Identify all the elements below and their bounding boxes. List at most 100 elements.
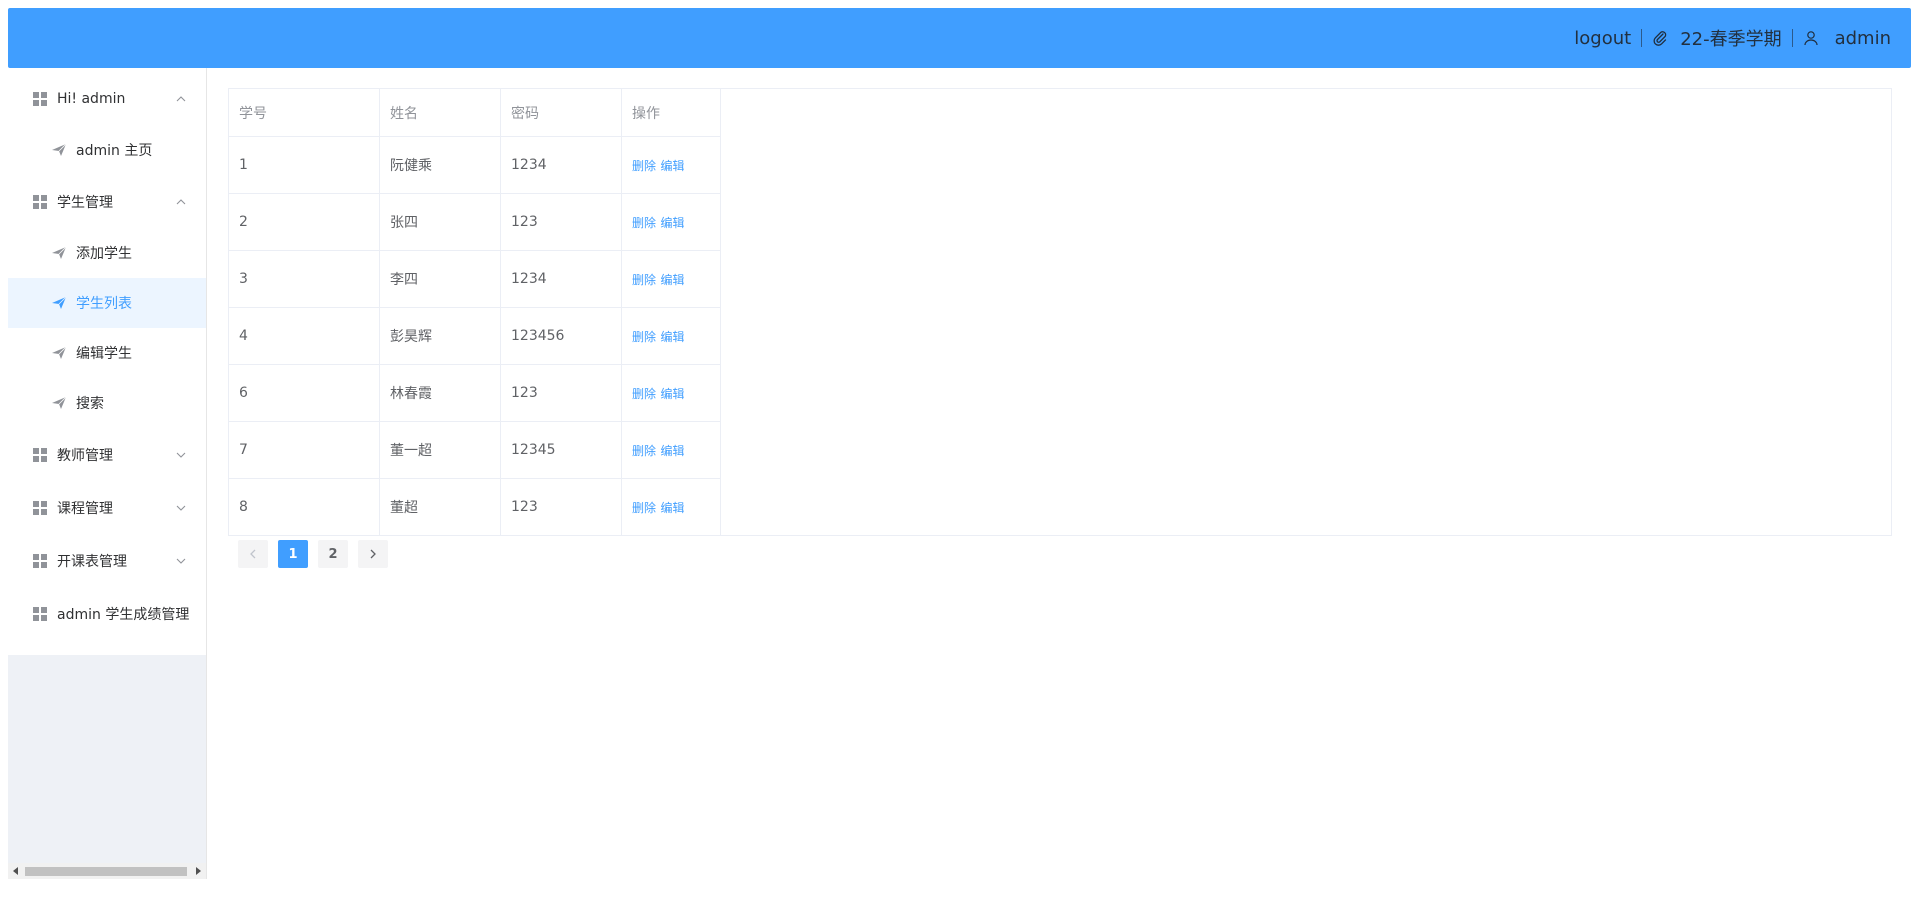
cell-actions: 删除 编辑	[621, 478, 721, 536]
edit-button[interactable]: 编辑	[660, 330, 684, 344]
submenu-hi-admin[interactable]: Hi! admin	[8, 72, 206, 125]
table-row: 6 林春霞 123 删除 编辑	[229, 364, 721, 422]
paper-plane-icon	[52, 143, 66, 157]
submenu-label: 开课表管理	[57, 553, 127, 570]
cell-actions: 删除 编辑	[621, 250, 721, 308]
chevron-down-icon	[176, 505, 186, 511]
scrollbar-thumb[interactable]	[25, 867, 187, 876]
submenu-student-management[interactable]: 学生管理	[8, 175, 206, 228]
submenu-label: Hi! admin	[57, 90, 126, 107]
scroll-right-arrow-icon[interactable]	[196, 867, 201, 875]
cell-name: 林春霞	[379, 364, 501, 422]
delete-button[interactable]: 删除	[632, 387, 656, 401]
next-page-button[interactable]	[358, 540, 388, 568]
table-header-row: 学号 姓名 密码 操作	[229, 89, 721, 137]
chevron-right-icon	[370, 549, 376, 559]
cell-name: 李四	[379, 250, 501, 308]
cell-actions: 删除 编辑	[621, 421, 721, 479]
logout-link[interactable]: logout	[1574, 28, 1631, 49]
delete-button[interactable]: 删除	[632, 330, 656, 344]
sidebar: Hi! admin admin 主页 学生管理 添加学生 学生列表 编辑学生 搜…	[8, 68, 207, 879]
page-1-button[interactable]: 1	[278, 540, 308, 568]
table-row: 8 董超 123 删除 编辑	[229, 478, 721, 536]
cell-name: 董一超	[379, 421, 501, 479]
grid-icon	[33, 447, 47, 462]
separator	[1641, 29, 1643, 47]
sidebar-item-label: 学生列表	[76, 296, 132, 312]
cell-actions: 删除 编辑	[621, 136, 721, 194]
submenu-schedule-management[interactable]: 开课表管理	[8, 534, 206, 587]
chevron-up-icon	[176, 198, 186, 205]
student-table: 学号 姓名 密码 操作 1 阮健乘 1234 删除 编辑 2 张四 123 删除 编辑 3 李四 1…	[229, 89, 721, 536]
column-header-name: 姓名	[379, 89, 501, 137]
delete-button[interactable]: 删除	[632, 501, 656, 515]
menu-grade-management[interactable]: admin 学生成绩管理	[8, 587, 206, 640]
grid-icon	[33, 194, 47, 209]
username-label: admin	[1834, 27, 1891, 49]
sidebar-item-student-list[interactable]: 学生列表	[8, 278, 206, 328]
user-icon	[1803, 30, 1819, 46]
submenu-label: 学生管理	[57, 194, 113, 211]
table-row: 7 董一超 12345 删除 编辑	[229, 421, 721, 479]
sidebar-item-search[interactable]: 搜索	[8, 378, 206, 428]
cell-password: 123	[500, 478, 622, 536]
cell-password: 1234	[500, 250, 622, 308]
sidebar-menu: Hi! admin admin 主页 学生管理 添加学生 学生列表 编辑学生 搜…	[8, 68, 206, 655]
top-header: logout 22-春季学期 admin	[8, 8, 1911, 68]
paper-plane-icon	[52, 246, 66, 260]
table-row: 2 张四 123 删除 编辑	[229, 193, 721, 251]
delete-button[interactable]: 删除	[632, 159, 656, 173]
cell-name: 董超	[379, 478, 501, 536]
cell-password: 123456	[500, 307, 622, 365]
prev-page-button[interactable]	[238, 540, 268, 568]
term-label: 22-春季学期	[1680, 29, 1782, 50]
edit-button[interactable]: 编辑	[660, 159, 684, 173]
sidebar-item-admin-home[interactable]: admin 主页	[8, 125, 206, 175]
sidebar-item-edit-student[interactable]: 编辑学生	[8, 328, 206, 378]
delete-button[interactable]: 删除	[632, 273, 656, 287]
cell-name: 张四	[379, 193, 501, 251]
sidebar-item-label: 编辑学生	[76, 346, 132, 362]
cell-id: 4	[229, 307, 380, 365]
student-table-container: 学号 姓名 密码 操作 1 阮健乘 1234 删除 编辑 2 张四 123 删除 编辑 3 李四 1…	[228, 88, 1892, 536]
grid-icon	[33, 553, 47, 568]
chevron-left-icon	[250, 549, 256, 559]
chevron-up-icon	[176, 95, 186, 102]
edit-button[interactable]: 编辑	[660, 273, 684, 287]
edit-button[interactable]: 编辑	[660, 387, 684, 401]
sidebar-item-label: 搜索	[76, 396, 104, 412]
submenu-teacher-management[interactable]: 教师管理	[8, 428, 206, 481]
cell-id: 8	[229, 478, 380, 536]
delete-button[interactable]: 删除	[632, 444, 656, 458]
cell-id: 7	[229, 421, 380, 479]
scroll-left-arrow-icon[interactable]	[13, 867, 18, 875]
submenu-course-management[interactable]: 课程管理	[8, 481, 206, 534]
edit-button[interactable]: 编辑	[660, 216, 684, 230]
horizontal-scrollbar[interactable]	[8, 863, 206, 879]
grid-icon	[33, 91, 47, 106]
cell-password: 123	[500, 193, 622, 251]
cell-password: 1234	[500, 136, 622, 194]
submenu-label: 课程管理	[57, 500, 113, 517]
cell-name: 阮健乘	[379, 136, 501, 194]
edit-button[interactable]: 编辑	[660, 501, 684, 515]
cell-id: 6	[229, 364, 380, 422]
page-2-button[interactable]: 2	[318, 540, 348, 568]
chevron-down-icon	[176, 558, 186, 564]
cell-id: 2	[229, 193, 380, 251]
paper-plane-icon	[52, 296, 66, 310]
grid-icon	[33, 500, 47, 515]
cell-name: 彭昊辉	[379, 307, 501, 365]
pagination: 1 2	[238, 540, 388, 568]
edit-button[interactable]: 编辑	[660, 444, 684, 458]
grid-icon	[33, 606, 47, 621]
cell-password: 12345	[500, 421, 622, 479]
chevron-down-icon	[176, 452, 186, 458]
sidebar-item-add-student[interactable]: 添加学生	[8, 228, 206, 278]
submenu-label: 教师管理	[57, 447, 113, 464]
table-row: 3 李四 1234 删除 编辑	[229, 250, 721, 308]
delete-button[interactable]: 删除	[632, 216, 656, 230]
paperclip-icon	[1652, 30, 1668, 46]
cell-actions: 删除 编辑	[621, 364, 721, 422]
column-header-id: 学号	[229, 89, 380, 137]
